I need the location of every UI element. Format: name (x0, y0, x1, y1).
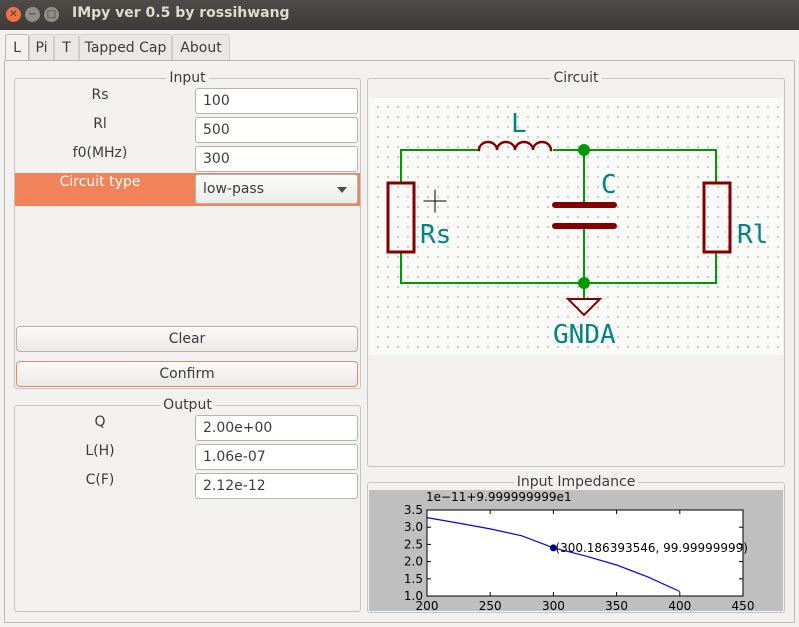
crosshair-icon (423, 189, 447, 213)
output-group-title: Output (160, 397, 215, 413)
f0-label: f0(MHz) (72, 145, 128, 161)
circuit-group-title: Circuit (550, 70, 602, 86)
rl-input[interactable]: 500 (195, 117, 358, 143)
circuit-type-value: low-pass (203, 181, 265, 197)
x-tick-label: 400 (668, 599, 691, 611)
rs-resistor (386, 181, 416, 254)
impedance-group-title: Input Impedance (513, 474, 639, 490)
inductor-label: L (511, 109, 527, 139)
f0-input[interactable]: 300 (195, 146, 358, 172)
tab-pi[interactable]: Pi (29, 34, 54, 60)
y-tick-label: 2.5 (404, 537, 423, 551)
q-output[interactable]: 2.00e+00 (195, 415, 358, 441)
inductor (477, 140, 553, 152)
chevron-down-icon (337, 187, 347, 193)
impedance-chart: 200 250 300 350 400 4501.01.52.02.53.03.5 1e−… (404, 490, 755, 613)
l-output[interactable]: 1.06e-07 (195, 444, 358, 470)
tab-l[interactable]: L (5, 34, 29, 62)
x-tick-label: 300 (542, 599, 565, 611)
impedance-plot: 200 250 300 350 400 450 1.0 1.5 2.0 2.5 3.0 3.5 1e−… (369, 490, 783, 613)
tab-about[interactable]: About (172, 34, 230, 60)
capacitor (552, 202, 617, 229)
rl-schematic-label: Rl (737, 220, 768, 250)
schematic-svg: L C Rs Rl GNDA (386, 109, 768, 350)
ground-label: GNDA (553, 320, 616, 350)
window-title: IMpy ver 0.5 by rossihwang (72, 5, 290, 21)
tab-bar: L Pi T Tapped Cap About (0, 34, 799, 62)
side-wires (400, 149, 717, 284)
top-junction (578, 144, 590, 156)
minimize-icon[interactable]: − (25, 7, 40, 22)
point-annotation: (300.186393546, 99.99999999) (555, 541, 748, 555)
y-tick-label: 1.5 (404, 572, 423, 586)
axis-offset-text: 1e−11+9.999999999e1 (426, 490, 572, 504)
y-tick-label: 1.0 (404, 589, 423, 603)
c-output[interactable]: 2.12e-12 (195, 473, 358, 499)
input-group-title: Input (166, 70, 209, 86)
rs-label: Rs (91, 87, 109, 103)
x-tick-label: 450 (732, 599, 755, 611)
ground-symbol (565, 298, 603, 317)
c-label: C(F) (85, 472, 115, 488)
close-icon[interactable]: ✕ (6, 7, 21, 22)
rl-label: Rl (93, 116, 107, 132)
y-tick-label: 3.5 (404, 503, 423, 517)
x-tick-label: 350 (605, 599, 628, 611)
q-label: Q (94, 414, 106, 430)
rl-resistor (702, 181, 732, 254)
bottom-junction (578, 277, 590, 289)
clear-button[interactable]: Clear (16, 326, 358, 352)
tab-t[interactable]: T (54, 34, 79, 60)
maximize-icon[interactable]: □ (44, 7, 59, 22)
y-tick-label: 3.0 (404, 520, 423, 534)
circuit-schematic: L C Rs Rl GNDA (369, 98, 783, 355)
confirm-button[interactable]: Confirm (16, 361, 358, 387)
title-bar: ✕ − □ IMpy ver 0.5 by rossihwang (0, 0, 799, 30)
capacitor-label: C (601, 170, 617, 200)
l-label: L(H) (85, 443, 115, 459)
rs-input[interactable]: 100 (195, 88, 358, 114)
y-tick-label: 2.0 (404, 555, 423, 569)
rs-schematic-label: Rs (420, 220, 451, 250)
tab-tapped-cap[interactable]: Tapped Cap (79, 34, 172, 60)
circuit-type-select[interactable]: low-pass (195, 174, 358, 204)
x-tick-label: 250 (479, 599, 502, 611)
circuit-type-label: Circuit type (59, 174, 141, 190)
